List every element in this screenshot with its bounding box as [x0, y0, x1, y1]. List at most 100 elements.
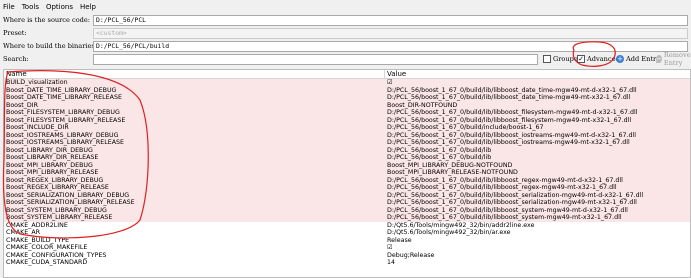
table-row[interactable]: CMAKE_BUILD_TYPE Release [4, 236, 690, 245]
table-row[interactable]: Boost_SYSTEM_LIBRARY_DEBUG D:/PCL_56/boos… [4, 206, 690, 215]
search-label: Search: [3, 55, 29, 63]
table-row[interactable]: Boost_LIBRARY_DIR_RELEASE D:/PCL_56/boost… [4, 154, 690, 162]
cell-value[interactable]: D:/PCL_56/boost_1_67_0/build/lib/libboos… [385, 109, 690, 117]
cell-value[interactable]: D:/PCL_56/boost_1_67_0/build/lib [385, 147, 690, 155]
cell-value[interactable]: D:/PCL_56/boost_1_67_0/build/lib/libboos… [385, 184, 690, 192]
table-row[interactable]: Boost_DATE_TIME_LIBRARY_DEBUG D:/PCL_56/b… [4, 86, 690, 95]
build-input[interactable]: D:/PCL_56/PCL/build [93, 40, 688, 52]
cell-value[interactable]: D:/PCL_56/boost_1_67_0/build/lib/libboos… [385, 139, 690, 147]
header-name[interactable]: Name [4, 70, 385, 78]
cell-name: Boost_SERIALIZATION_LIBRARY_RELEASE [6, 199, 135, 206]
table-row[interactable]: Boost_SERIALIZATION_LIBRARY_DEBUG D:/PCL_… [4, 191, 690, 200]
menu-options[interactable]: Options [46, 3, 73, 11]
table-row[interactable]: Boost_SERIALIZATION_LIBRARY_RELEASE D:/PC… [4, 199, 690, 207]
table-row[interactable]: CMAKE_AR D:/Qt5.6/Tools/mingw492_32/bin/a… [4, 229, 690, 237]
advanced-checkbox-box[interactable]: ✓ [577, 55, 585, 63]
build-row: Where to build the binaries: D:/PCL_56/P… [0, 40, 691, 52]
menu-bar: File Tools Options Help [0, 0, 691, 13]
preset-label: Preset: [3, 29, 27, 37]
cell-name: Boost_FILESYSTEM_LIBRARY_RELEASE [6, 116, 126, 124]
cell-name: Boost_REGEX_LIBRARY_RELEASE [6, 184, 109, 191]
cell-value[interactable]: Release [385, 237, 690, 245]
cell-value[interactable]: D:/PCL_56/boost_1_67_0/build/lib [385, 154, 690, 162]
source-label: Where is the source code: [3, 16, 91, 24]
table-row[interactable]: Boost_FILESYSTEM_LIBRARY_DEBUG D:/PCL_56/… [4, 109, 690, 117]
table-row[interactable]: CMAKE_COLOR_MAKEFILE ☑ [4, 244, 690, 252]
table-row[interactable]: Boost_DATE_TIME_LIBRARY_RELEASE D:/PCL_56… [4, 94, 690, 102]
table-row[interactable]: Boost_MPI_LIBRARY_RELEASE Boost_MPI_LIBRA… [4, 169, 690, 177]
remove-entry-label: Remove Entry [663, 51, 691, 67]
add-entry-button[interactable]: + Add Entry [616, 55, 660, 63]
table-row[interactable]: Boost_DIR Boost_DIR-NOTFOUND [4, 101, 690, 110]
cell-value[interactable]: D:/PCL_56/boost_1_67_0/build/lib/libboos… [385, 199, 690, 207]
cell-name: Boost_IOSTREAMS_LIBRARY_RELEASE [6, 139, 125, 146]
cell-value[interactable]: D:/Qt5.6/Tools/mingw492_32/bin/addr2line… [385, 222, 690, 230]
table-row[interactable]: Boost_IOSTREAMS_LIBRARY_RELEASE D:/PCL_56… [4, 139, 690, 147]
cell-value[interactable]: D:/Qt5.6/Tools/mingw492_32/bin/ar.exe [385, 229, 690, 237]
menu-help[interactable]: Help [80, 3, 96, 11]
table-row[interactable]: Boost_REGEX_LIBRARY_DEBUG D:/PCL_56/boost… [4, 176, 690, 185]
cell-name: Boost_DATE_TIME_LIBRARY_DEBUG [6, 86, 117, 94]
cell-name: Boost_MPI_LIBRARY_RELEASE [6, 169, 99, 176]
table-row[interactable]: Boost_SYSTEM_LIBRARY_RELEASE D:/PCL_56/bo… [4, 214, 690, 222]
source-input[interactable]: D:/PCL_56/PCL [93, 14, 688, 26]
header-value[interactable]: Value [385, 70, 690, 78]
cell-name: CMAKE_CUDA_STANDARD [6, 259, 88, 266]
cell-value[interactable]: D:/PCL_56/boost_1_67_0/build/lib/libboos… [385, 132, 690, 140]
table-row[interactable]: Boost_IOSTREAMS_LIBRARY_DEBUG D:/PCL_56/b… [4, 131, 690, 140]
cell-value[interactable]: D:/PCL_56/boost_1_67_0/build/lib/libboos… [385, 177, 690, 185]
preset-row: Preset: <custom> [0, 27, 691, 39]
cell-name: Boost_DIR [6, 101, 39, 109]
cell-value[interactable]: D:/PCL_56/boost_1_67_0/build/lib/libboos… [385, 192, 690, 200]
minus-icon: − [656, 55, 662, 63]
cell-value[interactable]: 14 [385, 259, 690, 267]
cache-table: Name Value BUILD_visualization ☑ Boost_DAT… [3, 69, 691, 278]
cell-name: CMAKE_AR [6, 229, 41, 236]
cell-value[interactable]: Debug;Release [385, 252, 690, 260]
cell-name: Boost_INCLUDE_DIR [6, 124, 69, 131]
menu-file[interactable]: File [3, 3, 15, 11]
table-row[interactable]: CMAKE_CONFIGURATION_TYPES Debug;Release [4, 251, 690, 260]
cell-value[interactable]: D:/PCL_56/boost_1_67_0/build/lib/libboos… [385, 207, 690, 215]
cell-name: Boost_IOSTREAMS_LIBRARY_DEBUG [6, 131, 119, 139]
plus-icon: + [616, 55, 624, 63]
remove-entry-button[interactable]: − Remove Entry [656, 51, 691, 67]
advanced-checkbox[interactable]: ✓ Advanced [577, 55, 620, 63]
cell-value[interactable]: ☑ [385, 79, 690, 87]
cell-value[interactable]: D:/PCL_56/boost_1_67_0/build/lib/libboos… [385, 94, 690, 102]
search-input[interactable] [93, 53, 538, 65]
cell-value[interactable]: D:/PCL_56/boost_1_67_0/build/lib/libboos… [385, 214, 690, 222]
advanced-label: Advanced [587, 55, 620, 63]
cell-name: Boost_SYSTEM_LIBRARY_DEBUG [6, 206, 107, 214]
cell-value[interactable]: D:/PCL_56/boost_1_67_0/build/include/boo… [385, 124, 690, 132]
table-row[interactable]: CMAKE_CUDA_STANDARD 14 [4, 259, 690, 267]
table-row[interactable]: Boost_INCLUDE_DIR D:/PCL_56/boost_1_67_0/… [4, 124, 690, 132]
cell-name: Boost_MPI_LIBRARY_DEBUG [6, 161, 93, 169]
table-row[interactable]: Boost_LIBRARY_DIR_DEBUG D:/PCL_56/boost_1… [4, 146, 690, 155]
add-entry-label: Add Entry [626, 55, 660, 63]
table-row[interactable]: BUILD_visualization ☑ [4, 79, 690, 87]
cell-name: Boost_SERIALIZATION_LIBRARY_DEBUG [6, 191, 130, 199]
preset-select[interactable]: <custom> [93, 27, 688, 39]
cell-value[interactable]: Boost_MPI_LIBRARY_DEBUG-NOTFOUND [385, 162, 690, 170]
menu-tools[interactable]: Tools [22, 3, 39, 11]
cell-name: CMAKE_COLOR_MAKEFILE [6, 244, 88, 251]
cell-value[interactable]: Boost_DIR-NOTFOUND [385, 102, 690, 110]
build-label: Where to build the binaries: [3, 42, 97, 50]
cell-name: CMAKE_BUILD_TYPE [6, 236, 70, 244]
cell-value[interactable]: D:/PCL_56/boost_1_67_0/build/lib/libboos… [385, 117, 690, 125]
cell-name: Boost_SYSTEM_LIBRARY_RELEASE [6, 214, 113, 221]
cell-value[interactable]: D:/PCL_56/boost_1_67_0/build/lib/libboos… [385, 87, 690, 95]
cell-value[interactable]: ☑ [385, 244, 690, 252]
grouped-checkbox-box[interactable] [543, 55, 551, 63]
cell-name: BUILD_visualization [6, 79, 68, 86]
table-row[interactable]: Boost_MPI_LIBRARY_DEBUG Boost_MPI_LIBRARY… [4, 161, 690, 170]
table-body: BUILD_visualization ☑ Boost_DATE_TIME_LIBR… [4, 79, 690, 267]
cell-name: Boost_LIBRARY_DIR_RELEASE [6, 154, 99, 161]
table-row[interactable]: CMAKE_ADDR2LINE D:/Qt5.6/Tools/mingw492_3… [4, 221, 690, 230]
table-row[interactable]: Boost_REGEX_LIBRARY_RELEASE D:/PCL_56/boo… [4, 184, 690, 192]
cell-name: Boost_LIBRARY_DIR_DEBUG [6, 146, 93, 154]
cell-value[interactable]: Boost_MPI_LIBRARY_RELEASE-NOTFOUND [385, 169, 690, 177]
table-row[interactable]: Boost_FILESYSTEM_LIBRARY_RELEASE D:/PCL_5… [4, 116, 690, 125]
cell-name: CMAKE_ADDR2LINE [6, 221, 68, 229]
